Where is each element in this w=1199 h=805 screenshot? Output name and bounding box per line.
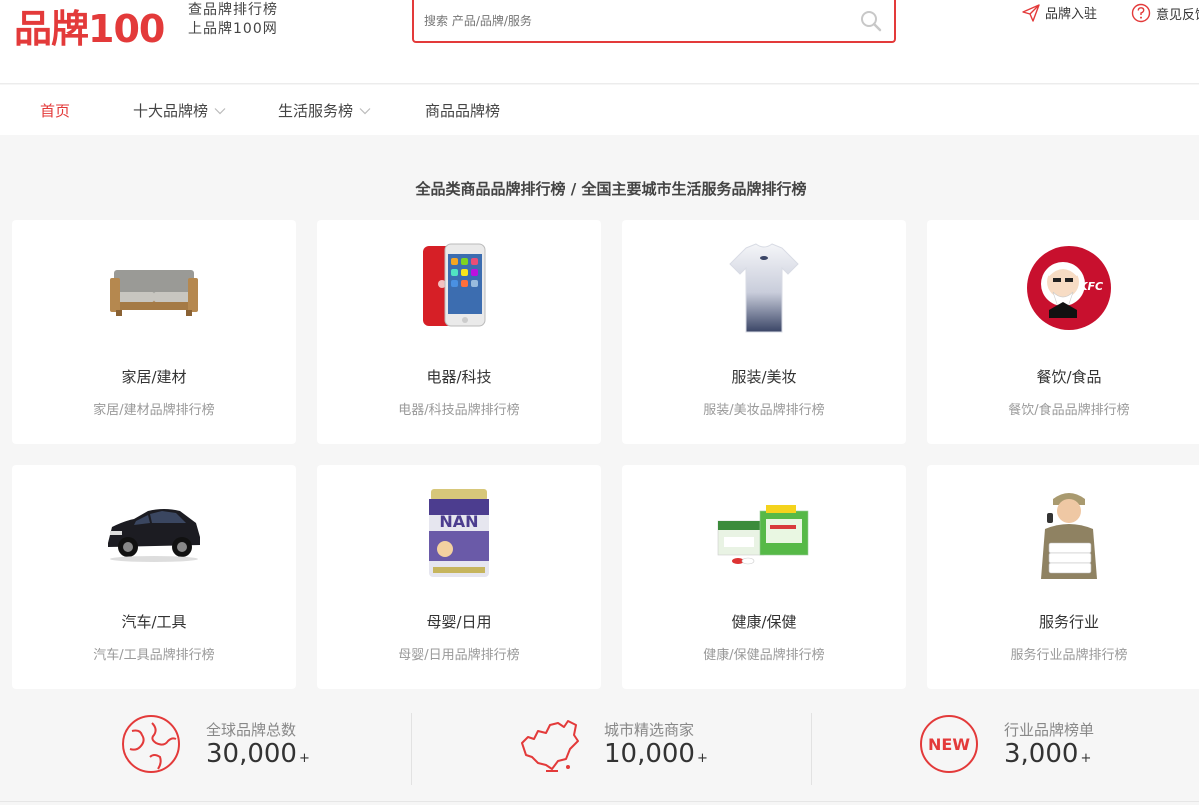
medicine-box-image xyxy=(717,505,809,565)
search-icon[interactable] xyxy=(860,10,882,32)
site-slogan: 查品牌排行榜 上品牌100网 xyxy=(188,1,278,39)
stat-label: 全球品牌总数 xyxy=(206,721,297,739)
stat-value: 3,000 + xyxy=(1004,739,1091,769)
category-card-service[interactable]: 服务行业 服务行业品牌排行榜 xyxy=(927,465,1199,689)
nav-item-home[interactable]: 首页 xyxy=(40,100,70,121)
stat-value: 30,000 + xyxy=(206,739,310,769)
slogan-line-2: 上品牌100网 xyxy=(188,21,278,37)
category-name: 健康/保健 xyxy=(731,613,797,631)
china-map-icon xyxy=(521,720,579,772)
main-nav: 首页 十大品牌榜 生活服务榜 商品品牌榜 xyxy=(0,85,1199,135)
stats-divider xyxy=(411,713,412,785)
delivery-man-image xyxy=(1041,493,1097,579)
nav-label: 生活服务榜 xyxy=(278,102,354,120)
category-card-health[interactable]: 健康/保健 健康/保健品牌排行榜 xyxy=(622,465,906,689)
car-image xyxy=(108,509,200,562)
search-box xyxy=(412,0,896,43)
stat-label: 城市精选商家 xyxy=(604,721,695,739)
sofa-image xyxy=(110,270,198,316)
category-subtitle: 母婴/日用品牌排行榜 xyxy=(398,648,520,663)
stats-divider xyxy=(811,713,812,785)
kfc-logo-image: KFC xyxy=(1027,246,1111,330)
category-card-electronics[interactable]: 电器/科技 电器/科技品牌排行榜 xyxy=(317,220,601,444)
search-input[interactable] xyxy=(424,11,844,31)
category-subtitle: 服务行业品牌排行榜 xyxy=(1010,648,1128,663)
category-name: 餐饮/食品 xyxy=(1036,368,1102,386)
kfc-text: KFC xyxy=(1079,280,1103,293)
stat-label: 行业品牌榜单 xyxy=(1004,721,1095,739)
category-name: 家居/建材 xyxy=(121,368,187,386)
category-card-apparel[interactable]: 服装/美妆 服装/美妆品牌排行榜 xyxy=(622,220,906,444)
site-logo[interactable]: 品牌100 xyxy=(14,0,165,53)
site-header: 品牌100 查品牌排行榜 上品牌100网 品牌入驻 意见反馈 xyxy=(0,0,1199,84)
stat-suffix: + xyxy=(298,751,310,766)
globe-icon xyxy=(122,715,180,773)
chevron-down-icon xyxy=(214,107,226,114)
new-badge-text: NEW xyxy=(928,735,970,754)
nan-text: NAN xyxy=(439,512,478,531)
category-name: 汽车/工具 xyxy=(121,613,187,631)
category-subtitle: 餐饮/食品品牌排行榜 xyxy=(1008,403,1130,418)
feedback-link[interactable]: 意见反馈 xyxy=(1131,3,1199,23)
question-icon xyxy=(1131,3,1151,23)
category-card-home[interactable]: 家居/建材 家居/建材品牌排行榜 xyxy=(12,220,296,444)
category-subtitle: 电器/科技品牌排行榜 xyxy=(398,403,520,418)
chevron-down-icon xyxy=(359,107,371,114)
stat-number: 10,000 xyxy=(604,739,695,769)
stats-bar: 全球品牌总数 30,000 + 城市精选商家 10,000 + NEW 行业品牌榜单… xyxy=(0,705,1199,795)
category-name: 电器/科技 xyxy=(426,368,492,386)
nav-item-life-service[interactable]: 生活服务榜 xyxy=(278,100,371,121)
category-card-food[interactable]: KFC 餐饮/食品 餐饮/食品品牌排行榜 xyxy=(927,220,1199,444)
stat-suffix: + xyxy=(1080,751,1092,766)
section-title: 全品类商品品牌排行榜 / 全国主要城市生活服务品牌排行榜 xyxy=(415,180,807,198)
phone-image xyxy=(423,243,486,327)
nav-label: 首页 xyxy=(40,102,71,120)
category-subtitle: 健康/保健品牌排行榜 xyxy=(703,648,825,663)
nav-item-top-ten[interactable]: 十大品牌榜 xyxy=(133,100,226,121)
nav-item-product-brand[interactable]: 商品品牌榜 xyxy=(425,100,500,121)
category-name: 母婴/日用 xyxy=(426,613,492,631)
paper-plane-icon xyxy=(1022,3,1040,22)
tshirt-image xyxy=(729,243,799,333)
milk-powder-image: NAN xyxy=(429,489,489,577)
brand-join-link[interactable]: 品牌入驻 xyxy=(1022,3,1097,22)
category-subtitle: 家居/建材品牌排行榜 xyxy=(93,403,215,418)
brand-join-label: 品牌入驻 xyxy=(1045,7,1098,22)
nav-label: 十大品牌榜 xyxy=(133,102,209,120)
category-card-baby[interactable]: NAN 母婴/日用 母婴/日用品牌排行榜 xyxy=(317,465,601,689)
bottom-divider xyxy=(0,801,1199,802)
category-subtitle: 服装/美妆品牌排行榜 xyxy=(703,403,825,418)
stat-number: 3,000 xyxy=(1004,739,1079,769)
category-card-auto[interactable]: 汽车/工具 汽车/工具品牌排行榜 xyxy=(12,465,296,689)
category-name: 服装/美妆 xyxy=(731,368,797,386)
new-badge-icon: NEW xyxy=(920,715,978,773)
stat-suffix: + xyxy=(696,751,708,766)
feedback-label: 意见反馈 xyxy=(1156,7,1199,23)
category-name: 服务行业 xyxy=(1038,613,1099,631)
category-subtitle: 汽车/工具品牌排行榜 xyxy=(93,648,215,663)
slogan-line-1: 查品牌排行榜 xyxy=(188,2,278,18)
stat-value: 10,000 + xyxy=(604,739,708,769)
nav-label: 商品品牌榜 xyxy=(425,102,501,120)
stat-number: 30,000 xyxy=(206,739,297,769)
